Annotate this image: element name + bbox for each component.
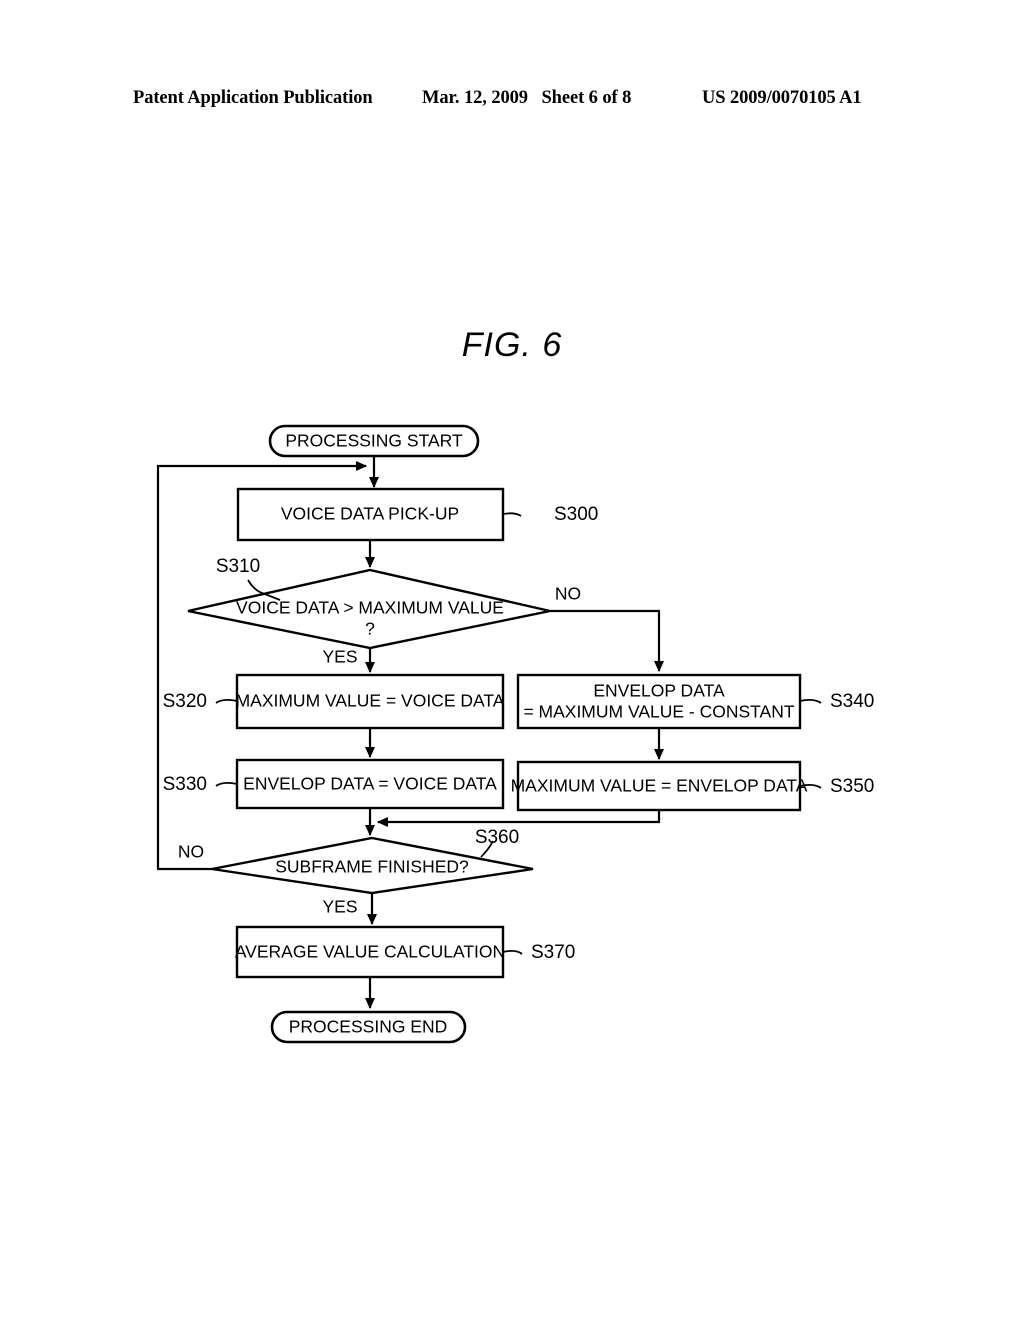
- connector-s310-no: [550, 609, 664, 672]
- node-s320: MAXIMUM VALUE = VOICE DATA S320: [163, 673, 505, 730]
- s300-step-id: S300: [554, 504, 598, 525]
- processing-end-label: PROCESSING END: [289, 1017, 448, 1037]
- s360-yes-label: YES: [322, 897, 357, 917]
- processing-start-label: PROCESSING START: [285, 431, 463, 451]
- flowchart-diagram: PROCESSING START VOICE DATA PICK-UP S300…: [156, 424, 874, 1044]
- s330-label: ENVELOP DATA = VOICE DATA: [243, 774, 497, 794]
- node-processing-end: PROCESSING END: [270, 1010, 467, 1044]
- node-s370: AVERAGE VALUE CALCULATION S370: [235, 925, 575, 979]
- s350-label: MAXIMUM VALUE = ENVELOP DATA: [511, 776, 808, 796]
- node-s340: ENVELOP DATA = MAXIMUM VALUE - CONSTANT …: [516, 673, 874, 730]
- header-publication: Patent Application Publication: [133, 88, 373, 108]
- s360-step-id: S360: [475, 827, 519, 848]
- s340-label: ENVELOP DATA: [593, 681, 725, 701]
- s360-label: SUBFRAME FINISHED?: [275, 857, 469, 877]
- node-s300: VOICE DATA PICK-UP S300: [236, 487, 598, 542]
- s340-step-id: S340: [830, 691, 874, 712]
- s340-label-line2: = MAXIMUM VALUE - CONSTANT: [523, 702, 794, 722]
- s310-label: VOICE DATA > MAXIMUM VALUE: [236, 598, 504, 618]
- s310-yes-label: YES: [322, 647, 357, 667]
- s370-label: AVERAGE VALUE CALCULATION: [235, 942, 505, 962]
- s370-step-id: S370: [531, 942, 575, 963]
- s320-step-id: S320: [163, 691, 207, 712]
- node-processing-start: PROCESSING START: [268, 424, 480, 458]
- s310-label-question: ?: [365, 619, 375, 639]
- s300-leader-line: [502, 512, 522, 517]
- header-patent-number: US 2009/0070105 A1: [702, 88, 862, 108]
- connector-s350-merge: [377, 810, 661, 827]
- patent-page: Patent Application Publication Mar. 12, …: [0, 0, 1024, 1320]
- s350-step-id: S350: [830, 776, 874, 797]
- figure-title: FIG. 6: [461, 326, 563, 364]
- header-date-sheet: Mar. 12, 2009 Sheet 6 of 8: [422, 88, 631, 109]
- s310-step-id: S310: [216, 556, 260, 577]
- s320-label: MAXIMUM VALUE = VOICE DATA: [236, 691, 505, 711]
- s310-no-label: NO: [555, 584, 581, 604]
- s330-leader-line: [215, 781, 238, 787]
- s340-leader-line: [799, 698, 822, 704]
- node-s310: VOICE DATA > MAXIMUM VALUE ? S310: [187, 556, 551, 650]
- header-date: Mar. 12, 2009: [422, 88, 528, 108]
- node-s350: MAXIMUM VALUE = ENVELOP DATA S350: [511, 760, 874, 812]
- s330-step-id: S330: [163, 774, 207, 795]
- node-s330: ENVELOP DATA = VOICE DATA S330: [163, 758, 505, 810]
- header-sheet: Sheet 6 of 8: [541, 88, 632, 108]
- page-header: Patent Application Publication Mar. 12, …: [0, 88, 1024, 114]
- s300-label: VOICE DATA PICK-UP: [281, 504, 459, 524]
- node-s360: SUBFRAME FINISHED? S360: [211, 827, 534, 895]
- s360-no-label: NO: [178, 842, 204, 862]
- s370-leader-line: [502, 949, 523, 955]
- s320-leader-line: [215, 698, 238, 704]
